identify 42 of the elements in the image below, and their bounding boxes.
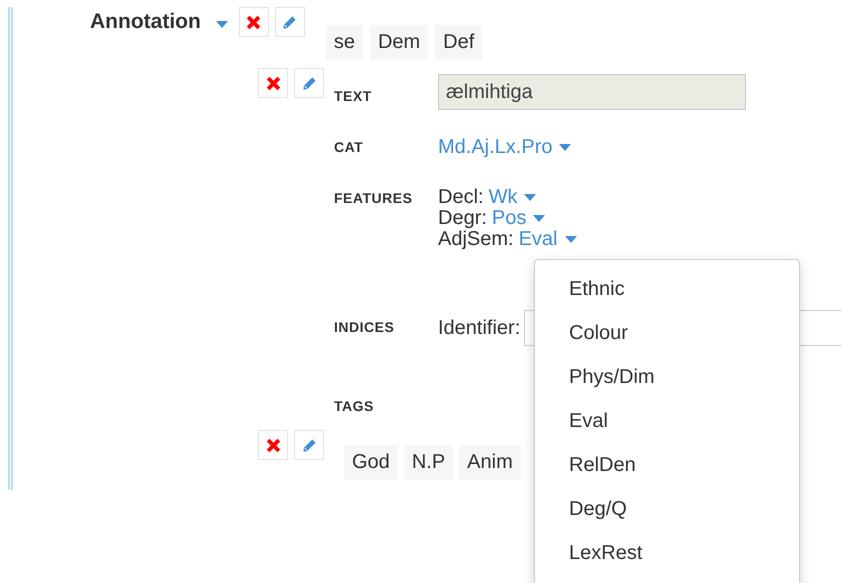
index-name: Identifier: [438, 316, 520, 340]
menu-item[interactable]: Eval [535, 400, 799, 444]
field-label: CAT [334, 139, 364, 155]
menu-item[interactable]: LexRest [535, 532, 799, 576]
text-field[interactable]: ælmihtiga [438, 74, 746, 110]
feature-name: Decl: [438, 187, 484, 208]
annotation-title: Annotation [90, 10, 201, 34]
tag: Anim [459, 445, 521, 480]
delete-button[interactable] [258, 430, 288, 460]
edit-button[interactable] [294, 430, 324, 460]
feature-name: Degr: [438, 208, 487, 229]
tag: Dem [370, 25, 428, 60]
close-icon [246, 14, 262, 30]
feature-name: AdjSem: [438, 229, 514, 250]
pencil-icon [302, 76, 316, 90]
field-label: TAGS [334, 398, 375, 414]
edit-button[interactable] [294, 68, 324, 98]
edit-button[interactable] [274, 7, 305, 37]
caret-icon [533, 215, 546, 222]
menu-item[interactable]: Ethnic [535, 268, 799, 312]
delete-button[interactable] [258, 68, 288, 98]
field-label: TEXT [334, 88, 373, 104]
pencil-icon [302, 438, 316, 452]
close-icon [266, 438, 280, 452]
tag: se [326, 25, 363, 60]
expand-toggle[interactable] [216, 21, 228, 28]
caret-icon [216, 21, 228, 28]
menu-item[interactable]: Colour [535, 312, 799, 356]
caret-icon [524, 194, 536, 201]
close-icon [266, 76, 280, 90]
caret-icon [564, 236, 576, 243]
field-label: INDICES [334, 319, 396, 335]
menu-item[interactable]: RelDen [535, 444, 799, 488]
delete-button[interactable] [238, 7, 269, 37]
menu-item[interactable]: Phys/Dim [535, 356, 799, 400]
caret-icon [559, 144, 572, 151]
tag: Def [435, 25, 482, 60]
tag: N.P [404, 445, 454, 480]
field-label: FEATURES [334, 190, 414, 206]
pencil-icon [282, 14, 298, 30]
tag: God [344, 445, 398, 480]
menu-item[interactable]: Deg/Q [535, 488, 799, 532]
